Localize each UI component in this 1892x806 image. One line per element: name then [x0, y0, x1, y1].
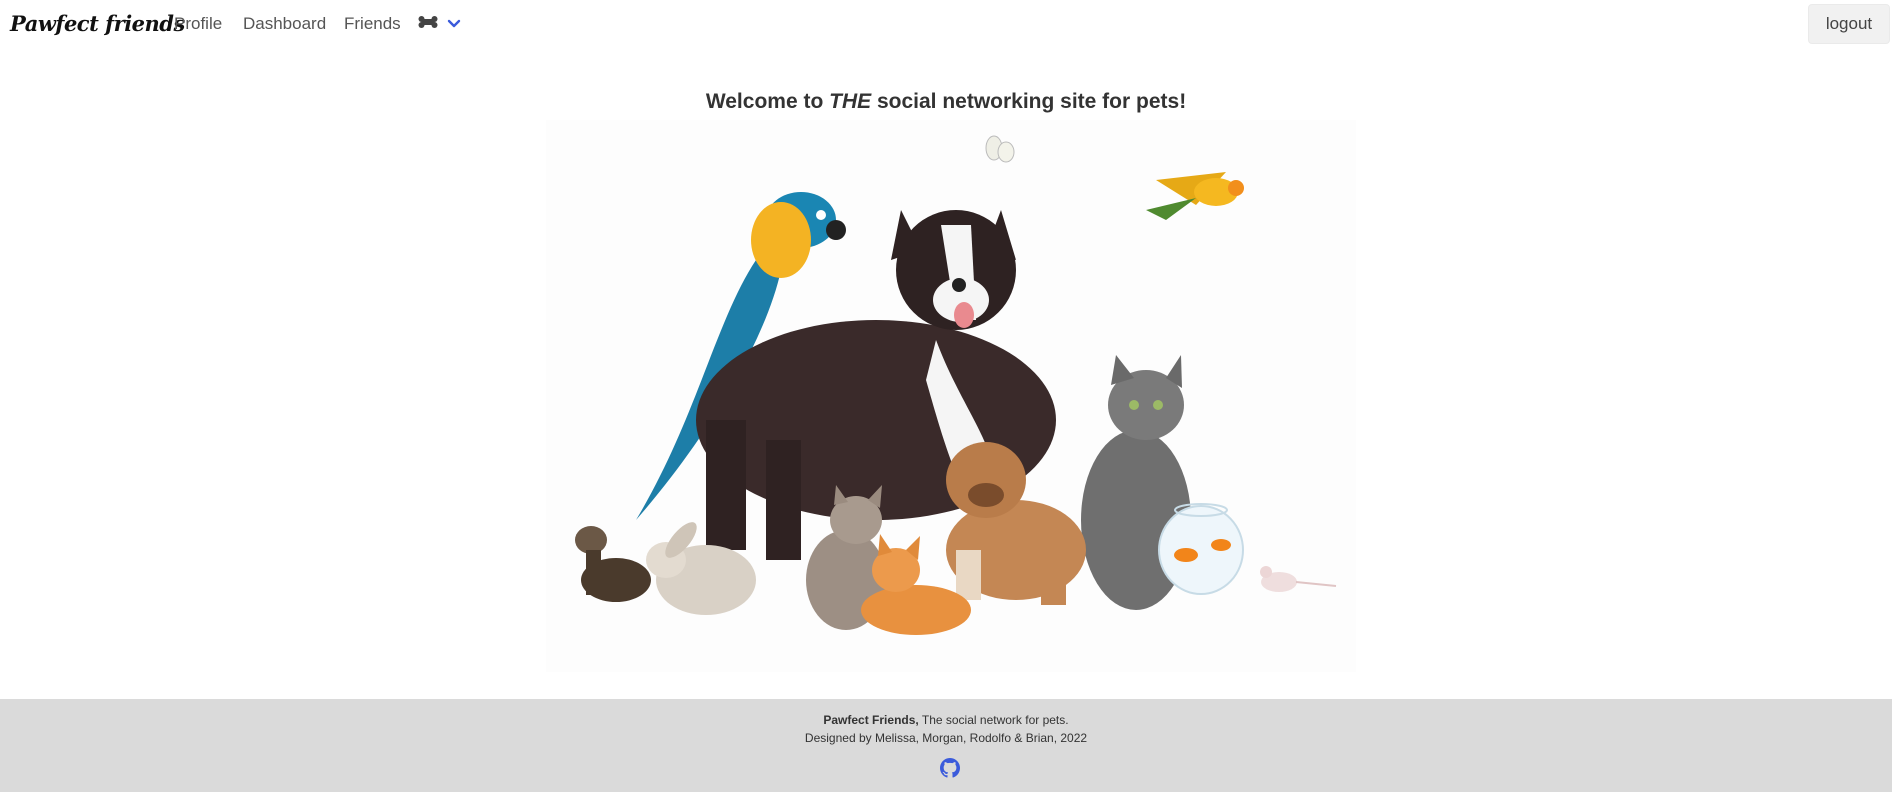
footer-credits: Designed by Melissa, Morgan, Rodolfo & B…	[804, 731, 1088, 745]
footer-site-name: Pawfect Friends,	[823, 713, 919, 727]
footer-tagline: Pawfect Friends, The social network for …	[0, 713, 1892, 727]
nav-profile[interactable]: Profile	[174, 14, 222, 34]
bulldog-puppy-figure	[946, 442, 1086, 605]
welcome-prefix: Welcome to	[705, 90, 830, 113]
chevron-down-icon[interactable]	[447, 17, 461, 29]
fishbowl-figure	[1158, 503, 1244, 595]
butterfly-figure	[985, 135, 1015, 163]
ferret-figure	[575, 526, 651, 602]
nav-friends[interactable]: Friends	[344, 14, 401, 34]
navbar: Pawfect friends Profile Dashboard Friend…	[0, 0, 1892, 48]
welcome-emphasis: THE	[829, 90, 872, 113]
logout-button[interactable]: logout	[1808, 4, 1890, 44]
brand-text: Pawfect friends	[10, 10, 185, 36]
github-icon[interactable]	[940, 758, 960, 778]
welcome-heading: Welcome to THE social networking site fo…	[0, 90, 1892, 114]
brand-logo[interactable]: Pawfect friends	[10, 8, 185, 38]
mouse-figure	[1260, 566, 1337, 592]
footer: Pawfect Friends, The social network for …	[0, 699, 1892, 792]
bone-icon[interactable]	[418, 15, 438, 29]
footer-tagline-text: The social network for pets.	[918, 713, 1069, 727]
nav-dashboard[interactable]: Dashboard	[243, 14, 326, 34]
pets-hero-image	[546, 120, 1356, 672]
welcome-suffix: social networking site for pets!	[871, 90, 1187, 113]
parakeet-figure	[1146, 172, 1244, 220]
